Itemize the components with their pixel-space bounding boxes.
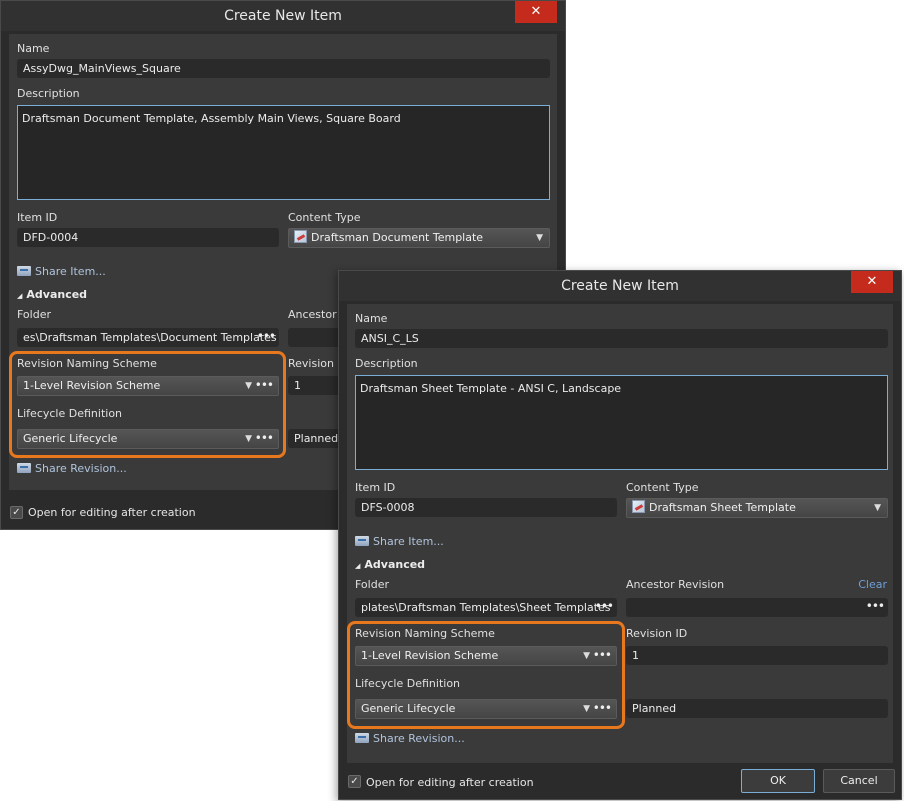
ancestor-revision-input[interactable]: ••• <box>626 598 888 617</box>
revision-scheme-value: 1-Level Revision Scheme <box>23 379 161 392</box>
collapse-triangle-icon: ◢ <box>17 292 23 300</box>
close-icon: ✕ <box>530 4 542 19</box>
more-dots-icon[interactable]: ••• <box>255 430 274 447</box>
more-dots-icon[interactable]: ••• <box>595 598 614 616</box>
ancestor-revision-label: Ancestor Revision <box>626 578 725 591</box>
sheet-template-icon <box>632 500 645 513</box>
more-dots-icon[interactable]: ••• <box>255 377 274 394</box>
folder-value: es\Draftsman Templates\Document Template… <box>23 331 277 344</box>
form-panel: Name ANSI_C_LS Description Draftsman She… <box>347 304 893 763</box>
revision-scheme-select[interactable]: 1-Level Revision Scheme ▼ ••• <box>355 646 617 666</box>
chevron-down-icon: ▼ <box>583 651 590 661</box>
share-icon <box>17 463 31 473</box>
name-label: Name <box>355 312 388 325</box>
share-icon <box>355 536 369 546</box>
item-id-label: Item ID <box>17 211 58 224</box>
content-type-select[interactable]: Draftsman Document Template ▼ <box>288 228 550 248</box>
more-dots-icon[interactable]: ••• <box>593 700 612 717</box>
lifecycle-value: Generic Lifecycle <box>23 432 118 445</box>
folder-value: plates\Draftsman Templates\Sheet Templat… <box>361 601 611 614</box>
collapse-triangle-icon: ◢ <box>355 562 361 570</box>
lifecycle-select[interactable]: Generic Lifecycle ▼ ••• <box>17 429 279 449</box>
share-item-label: Share Item... <box>35 265 106 278</box>
cancel-button[interactable]: Cancel <box>823 769 895 793</box>
revision-id-label: Revision ID <box>626 627 688 640</box>
open-for-editing-label: Open for editing after creation <box>28 506 196 519</box>
name-label: Name <box>17 42 50 55</box>
revision-scheme-label: Revision Naming Scheme <box>17 357 157 370</box>
share-revision-label: Share Revision... <box>35 462 127 475</box>
name-input[interactable]: ANSI_C_LS <box>355 329 888 348</box>
revision-id-label: Revision II <box>288 357 344 370</box>
description-label: Description <box>355 357 418 370</box>
lifecycle-state-field: Planned <box>626 699 888 718</box>
revision-scheme-label: Revision Naming Scheme <box>355 627 495 640</box>
dialog-title: Create New Item <box>224 8 342 24</box>
close-icon: ✕ <box>866 274 878 289</box>
description-label: Description <box>17 87 80 100</box>
content-type-select[interactable]: Draftsman Sheet Template ▼ <box>626 498 888 518</box>
advanced-label: Advanced <box>26 288 88 301</box>
folder-input[interactable]: plates\Draftsman Templates\Sheet Templat… <box>355 598 617 617</box>
description-textarea[interactable]: Draftsman Document Template, Assembly Ma… <box>17 105 550 200</box>
revision-scheme-value: 1-Level Revision Scheme <box>361 649 499 662</box>
lifecycle-select[interactable]: Generic Lifecycle ▼ ••• <box>355 699 617 719</box>
close-button[interactable]: ✕ <box>851 271 893 293</box>
title-bar: Create New Item ✕ <box>339 271 901 301</box>
chevron-down-icon: ▼ <box>536 233 543 243</box>
folder-label: Folder <box>355 578 389 591</box>
advanced-toggle[interactable]: ◢ Advanced <box>17 288 87 301</box>
lifecycle-value: Generic Lifecycle <box>361 702 456 715</box>
open-for-editing-label: Open for editing after creation <box>366 776 534 789</box>
checkmark-icon: ✓ <box>12 507 21 518</box>
share-item-link[interactable]: Share Item... <box>17 265 106 278</box>
document-template-icon <box>294 230 307 243</box>
name-input[interactable]: AssyDwg_MainViews_Square <box>17 59 550 78</box>
open-for-editing-checkbox[interactable]: ✓ <box>10 506 23 519</box>
folder-label: Folder <box>17 308 51 321</box>
item-id-label: Item ID <box>355 481 396 494</box>
dialog-title: Create New Item <box>561 278 679 294</box>
advanced-toggle[interactable]: ◢ Advanced <box>355 558 425 571</box>
ok-button[interactable]: OK <box>741 769 815 793</box>
revision-id-input[interactable]: 1 <box>626 646 888 665</box>
item-id-input[interactable]: DFS-0008 <box>355 498 617 517</box>
chevron-down-icon: ▼ <box>874 503 881 513</box>
chevron-down-icon: ▼ <box>245 381 252 391</box>
lifecycle-label: Lifecycle Definition <box>17 407 123 420</box>
item-id-input[interactable]: DFD-0004 <box>17 228 279 247</box>
content-type-label: Content Type <box>288 211 361 224</box>
share-icon <box>17 266 31 276</box>
content-type-label: Content Type <box>626 481 699 494</box>
share-item-link[interactable]: Share Item... <box>355 535 444 548</box>
share-revision-label: Share Revision... <box>373 732 465 745</box>
share-revision-link[interactable]: Share Revision... <box>355 732 465 745</box>
open-for-editing-checkbox[interactable]: ✓ <box>348 775 361 788</box>
share-item-label: Share Item... <box>373 535 444 548</box>
share-icon <box>355 733 369 743</box>
create-new-item-dialog-front: Create New Item ✕ Name ANSI_C_LS Descrip… <box>338 270 902 800</box>
more-dots-icon[interactable]: ••• <box>866 598 885 616</box>
checkmark-icon: ✓ <box>350 776 359 787</box>
title-bar: Create New Item ✕ <box>1 1 565 31</box>
more-dots-icon[interactable]: ••• <box>257 328 276 346</box>
chevron-down-icon: ▼ <box>583 704 590 714</box>
content-type-value: Draftsman Sheet Template <box>649 501 796 514</box>
description-textarea[interactable]: Draftsman Sheet Template - ANSI C, Lands… <box>355 375 888 470</box>
folder-input[interactable]: es\Draftsman Templates\Document Template… <box>17 328 279 347</box>
more-dots-icon[interactable]: ••• <box>593 647 612 664</box>
lifecycle-label: Lifecycle Definition <box>355 677 461 690</box>
share-revision-link[interactable]: Share Revision... <box>17 462 127 475</box>
advanced-label: Advanced <box>364 558 426 571</box>
clear-link[interactable]: Clear <box>858 578 887 591</box>
chevron-down-icon: ▼ <box>245 434 252 444</box>
revision-scheme-select[interactable]: 1-Level Revision Scheme ▼ ••• <box>17 376 279 396</box>
content-type-value: Draftsman Document Template <box>311 231 484 244</box>
close-button[interactable]: ✕ <box>515 1 557 23</box>
